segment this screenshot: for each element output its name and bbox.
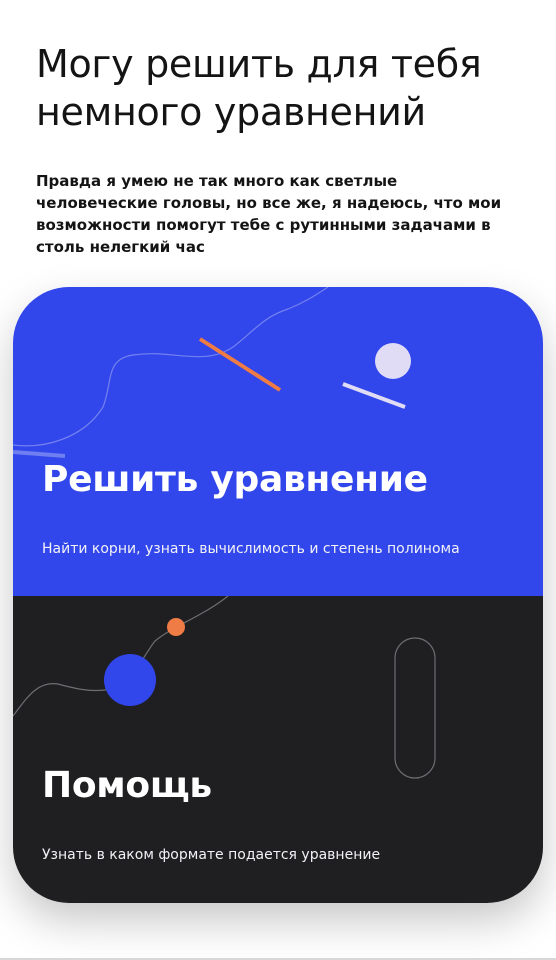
help-card[interactable]: Помощь Узнать в каком формате подается у… [13,596,543,903]
help-card-title: Помощь [42,765,212,806]
orange-stick [198,337,282,392]
page-title: Могу решить для тебя немного уравнений [36,42,482,134]
help-card-description: Узнать в каком формате подается уравнени… [42,847,381,863]
lilac-circle [375,343,411,379]
pill-outline [394,637,436,779]
solve-equation-card[interactable]: Решить уравнение Найти корни, узнать выч… [13,287,543,596]
edge-stroke [13,450,66,458]
menu-cards: Решить уравнение Найти корни, узнать выч… [13,287,543,903]
solve-card-description: Найти корни, узнать вычислимость и степе… [42,541,460,557]
page-subtitle: Правда я умею не так много как светлые ч… [36,172,502,256]
lilac-stick [342,382,406,409]
solve-card-title: Решить уравнение [42,459,428,500]
orange-dot [167,618,185,636]
blue-circle [104,654,156,706]
wave-line [13,287,329,447]
